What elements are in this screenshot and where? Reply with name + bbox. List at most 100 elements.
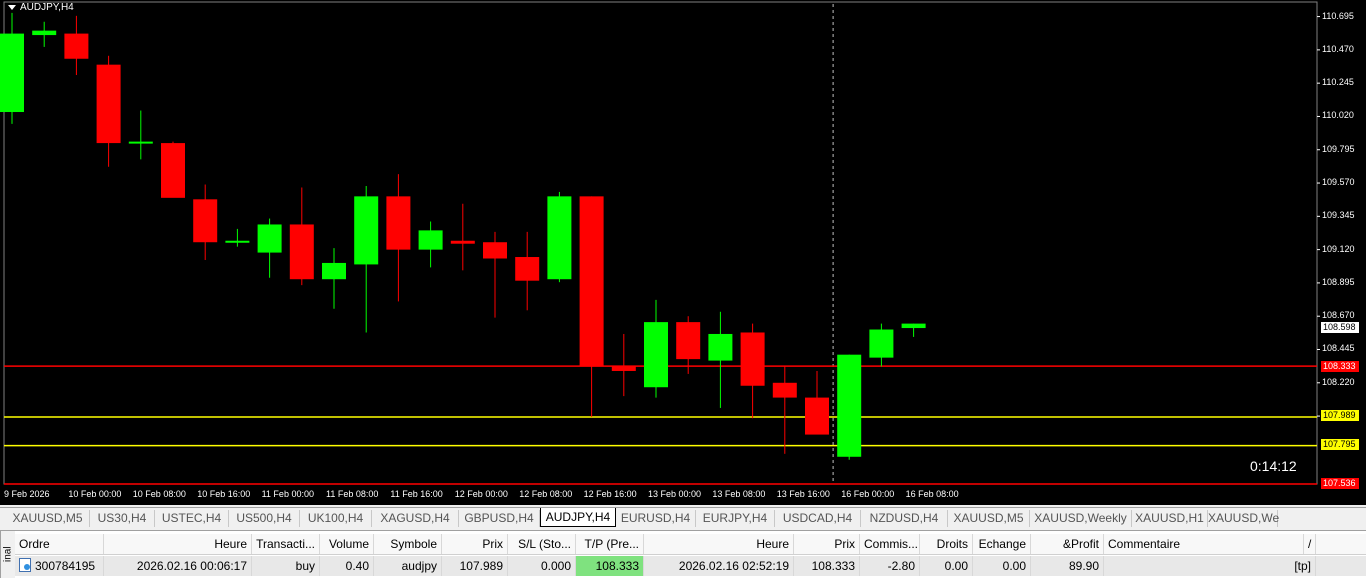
candle-body: [805, 397, 829, 435]
chart-tab[interactable]: USDCAD,H4: [775, 510, 861, 527]
column-header[interactable]: Heure: [104, 534, 252, 554]
column-header[interactable]: Transacti...: [252, 534, 320, 554]
candle-body: [644, 322, 668, 388]
chart-tab[interactable]: XAGUSD,H4: [372, 510, 459, 527]
price-tick-label: 109.795: [1322, 143, 1355, 154]
chart-tab[interactable]: EURJPY,H4: [696, 510, 775, 527]
terminal-panel: inal Ordre Heure Transacti... Volume Symbole…: [0, 530, 1366, 578]
table-cell: 300784195: [15, 556, 104, 576]
candle-body: [354, 196, 379, 265]
price-tick-label: 110.245: [1322, 77, 1354, 88]
column-header[interactable]: Prix: [794, 534, 860, 554]
table-cell: 2026.02.16 02:52:19: [644, 556, 794, 576]
candle-body: [676, 322, 701, 360]
chart-tab[interactable]: XAUUSD,We: [1208, 510, 1279, 527]
chart-tab[interactable]: USTEC,H4: [155, 510, 229, 527]
column-header[interactable]: Commentaire: [1104, 534, 1304, 554]
chart-tab[interactable]: XAUUSD,Weekly: [1030, 510, 1132, 527]
column-header[interactable]: Echange: [973, 534, 1031, 554]
time-tick-label: 12 Feb 00:00: [454, 489, 508, 499]
candle-body: [708, 333, 733, 361]
chart-area[interactable]: AUDJPY,H4 110.695 110.470 110.245 110.020 10…: [0, 0, 1366, 505]
candle-body: [418, 230, 443, 250]
table-cell: 89.90: [1031, 556, 1104, 576]
price-tick-label: 110.695: [1322, 10, 1354, 21]
candle-body: [901, 323, 926, 329]
table-cell: 0.00: [920, 556, 973, 576]
column-header[interactable]: Ordre: [15, 534, 104, 554]
column-header[interactable]: Volume: [320, 534, 374, 554]
chart-tab[interactable]: XAUUSD,H1: [1132, 510, 1208, 527]
chart-tab[interactable]: AUDJPY,H4: [540, 508, 616, 527]
chart-tab[interactable]: NZDUSD,H4: [861, 510, 948, 527]
chart-tab[interactable]: US500,H4: [229, 510, 300, 527]
table-row[interactable]: 300784195 2026.02.16 00:06:17 buy 0.40 audjp…: [15, 556, 1366, 576]
time-tick-label: 11 Feb 16:00: [390, 489, 443, 499]
open-price-label: 107.989: [1321, 410, 1359, 421]
table-cell: 0.40: [320, 556, 374, 576]
time-tick-label: 11 Feb 08:00: [326, 489, 379, 499]
table-cell: 107.989: [442, 556, 508, 576]
table-cell: 108.333: [576, 556, 644, 576]
time-tick-label: 16 Feb 00:00: [841, 489, 895, 499]
table-cell: 2026.02.16 00:06:17: [104, 556, 252, 576]
column-header[interactable]: S/L (Sto...: [508, 534, 576, 554]
price-tick-label: 108.220: [1322, 376, 1355, 387]
column-header[interactable]: Commis...: [860, 534, 920, 554]
chart-tab[interactable]: US30,H4: [90, 510, 155, 527]
price-tick-label: 108.895: [1322, 276, 1355, 287]
chart-tab[interactable]: UK100,H4: [300, 510, 372, 527]
chart-tab[interactable]: XAUUSD,M5: [6, 510, 90, 527]
chart-tab[interactable]: XAUUSD,M5: [948, 510, 1030, 527]
time-tick-label: 13 Feb 16:00: [776, 489, 830, 499]
candle-body: [193, 199, 218, 243]
time-tick-label: 16 Feb 08:00: [905, 489, 959, 499]
terminal-side-label[interactable]: inal: [0, 531, 15, 578]
symbol-label: AUDJPY,H4: [20, 2, 74, 13]
candle-body: [547, 196, 572, 280]
table-cell: audjpy: [374, 556, 442, 576]
column-header[interactable]: Symbole: [374, 534, 442, 554]
level-price-label: 107.795: [1321, 439, 1359, 450]
time-tick-label: 9 Feb 2026: [4, 489, 50, 499]
table-header: Ordre Heure Transacti... Volume Symbole Prix S…: [15, 534, 1366, 555]
price-tick-label: 109.120: [1322, 243, 1355, 254]
chart-tab[interactable]: EURUSD,H4: [616, 510, 696, 527]
candle-body: [64, 33, 89, 59]
time-tick-label: 10 Feb 16:00: [197, 489, 251, 499]
time-tick-label: 12 Feb 08:00: [519, 489, 573, 499]
table-cell: buy: [252, 556, 320, 576]
plot-frame: [3, 1, 1318, 485]
candle-body: [322, 262, 346, 280]
candle-body: [579, 196, 604, 367]
candle-body: [515, 257, 540, 281]
bottom-price-label: 107.536: [1321, 478, 1359, 489]
candle-body: [0, 33, 24, 113]
chart-symbol-title[interactable]: AUDJPY,H4: [8, 2, 74, 13]
bar-timer: 0:14:12: [1250, 458, 1297, 474]
time-tick-label: 11 Feb 00:00: [261, 489, 314, 499]
price-tick-label: 108.445: [1322, 343, 1355, 354]
chart-tab[interactable]: GBPUSD,H4: [459, 510, 540, 527]
chart-tabs: XAUUSD,M5 US30,H4 USTEC,H4 US500,H4 UK100,H4…: [0, 507, 1366, 529]
column-header[interactable]: Droits: [920, 534, 973, 554]
candle-body: [289, 224, 314, 280]
chevron-down-icon[interactable]: [8, 5, 16, 10]
candle-body: [161, 143, 185, 198]
time-tick-label: 13 Feb 08:00: [712, 489, 766, 499]
candle-body: [257, 224, 282, 253]
candle-body: [611, 366, 636, 371]
candlestick-chart[interactable]: [0, 0, 1366, 505]
price-tick-label: 109.570: [1322, 177, 1355, 188]
column-header[interactable]: Heure: [644, 534, 794, 554]
column-header[interactable]: /: [1304, 534, 1316, 554]
candle-body: [96, 64, 121, 144]
price-tick-label: 108.670: [1322, 310, 1355, 321]
column-header[interactable]: Prix: [442, 534, 508, 554]
price-tick-label: 110.020: [1322, 110, 1354, 121]
column-header[interactable]: T/P (Pre...: [576, 534, 644, 554]
price-tick-label: 109.345: [1322, 210, 1355, 221]
column-header[interactable]: &Profit: [1031, 534, 1104, 554]
candle-body: [386, 196, 411, 250]
price-tick-label: 110.470: [1322, 43, 1354, 54]
